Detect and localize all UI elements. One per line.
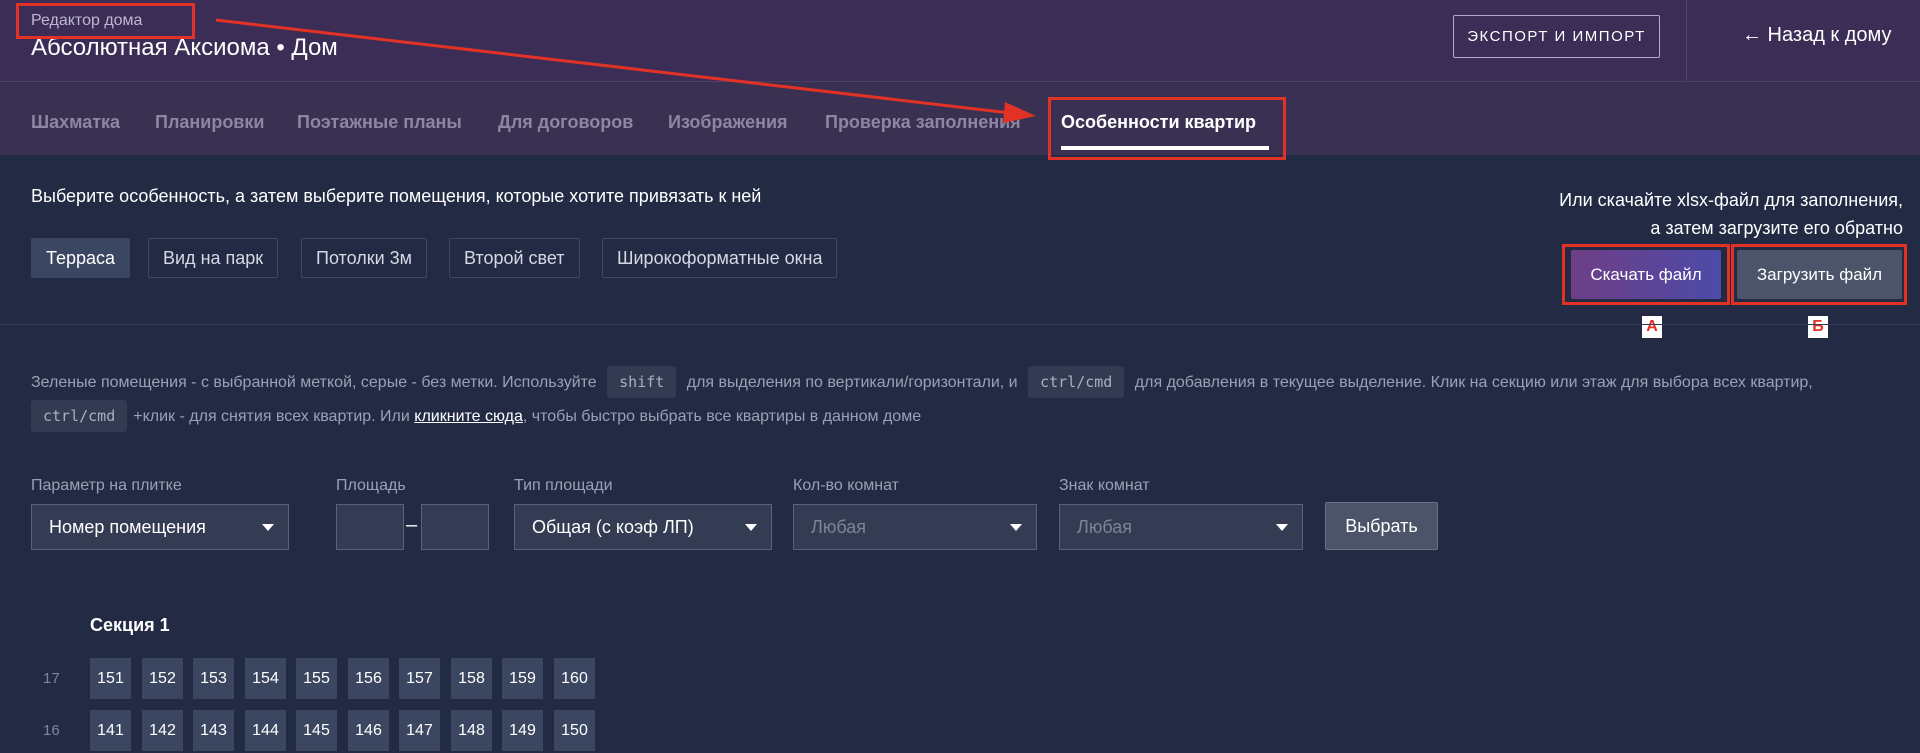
apartment-cell[interactable]: 153 — [193, 658, 234, 699]
annotation-label-b: Б — [1808, 316, 1828, 338]
xlsx-hint-line2: а затем загрузите его обратно — [1650, 218, 1903, 238]
tile-param-value: Номер помещения — [49, 516, 206, 537]
feature-ceilings[interactable]: Потолки 3м — [301, 238, 428, 278]
area-min-input[interactable] — [336, 504, 404, 550]
apartment-cell[interactable]: 155 — [296, 658, 337, 699]
rooms-value: Любая — [811, 516, 866, 537]
choose-button[interactable]: Выбрать — [1325, 502, 1438, 550]
help-text-part3: для добавления в текущее выделение. Клик… — [1134, 374, 1813, 391]
help-text-part5: , чтобы быстро выбрать все квартиры в да… — [522, 408, 922, 425]
annotation-box-tab — [1048, 97, 1286, 160]
apartment-cell[interactable]: 145 — [296, 710, 337, 751]
apartment-cell[interactable]: 142 — [142, 710, 183, 751]
header-divider — [1686, 0, 1687, 81]
tile-param-select[interactable]: Номер помещения — [31, 504, 289, 550]
tab-layouts[interactable]: Планировки — [155, 112, 264, 133]
apartment-cell[interactable]: 147 — [399, 710, 440, 751]
chevron-down-icon — [1276, 524, 1288, 531]
tab-floor-plans[interactable]: Поэтажные планы — [297, 112, 462, 133]
apartment-cell[interactable]: 151 — [90, 658, 131, 699]
feature-wide-windows[interactable]: Широкоформатные окна — [602, 238, 838, 278]
tab-images[interactable]: Изображения — [668, 112, 788, 133]
chevron-down-icon — [262, 524, 274, 531]
xlsx-hint-line1: Или скачайте xlsx-файл для заполнения, — [1559, 190, 1903, 210]
rooms-sign-select[interactable]: Любая — [1059, 504, 1303, 550]
apartment-cell[interactable]: 154 — [245, 658, 286, 699]
feature-instruction: Выберите особенность, а затем выберите п… — [31, 186, 762, 206]
apartment-cell[interactable]: 160 — [554, 658, 595, 699]
kbd-shift: shift — [607, 366, 677, 398]
floor-label-17[interactable]: 17 — [43, 670, 60, 687]
rooms-sign-label: Знак комнат — [1059, 477, 1150, 494]
rooms-select[interactable]: Любая — [793, 504, 1037, 550]
tile-param-label: Параметр на плитке — [31, 477, 182, 494]
rooms-sign-value: Любая — [1077, 516, 1132, 537]
apartment-cell[interactable]: 143 — [193, 710, 234, 751]
chevron-down-icon — [745, 524, 757, 531]
section-title[interactable]: Секция 1 — [90, 615, 170, 636]
tab-contracts[interactable]: Для договоров — [498, 112, 633, 133]
area-label: Площадь — [336, 477, 406, 494]
annotation-box-download — [1562, 244, 1730, 305]
rooms-label: Кол-во комнат — [793, 477, 899, 494]
section-divider — [0, 324, 1920, 325]
select-all-link[interactable]: кликните сюда — [414, 408, 523, 425]
annotation-label-a: А — [1642, 316, 1662, 338]
apartment-cell[interactable]: 149 — [502, 710, 543, 751]
apartment-cell[interactable]: 156 — [348, 658, 389, 699]
tab-fill-check[interactable]: Проверка заполнения — [825, 112, 1021, 133]
apartment-cell[interactable]: 158 — [451, 658, 492, 699]
apartment-cell[interactable]: 152 — [142, 658, 183, 699]
feature-park-view[interactable]: Вид на парк — [148, 238, 279, 278]
floor-label-16[interactable]: 16 — [43, 722, 60, 739]
kbd-ctrl: ctrl/cmd — [1028, 366, 1125, 398]
export-import-button[interactable]: ЭКСПОРТ И ИМПОРТ — [1453, 15, 1660, 58]
apartment-cell[interactable]: 159 — [502, 658, 543, 699]
feature-terrace[interactable]: Терраса — [31, 238, 131, 278]
help-text: Зеленые помещения - с выбранной меткой, … — [31, 366, 1901, 434]
feature-second-light[interactable]: Второй свет — [449, 238, 580, 278]
help-text-part1: Зеленые помещения - с выбранной меткой, … — [31, 374, 597, 391]
apartment-cell[interactable]: 144 — [245, 710, 286, 751]
chevron-down-icon — [1010, 524, 1022, 531]
apartment-cell[interactable]: 146 — [348, 710, 389, 751]
area-type-value: Общая (с коэф ЛП) — [532, 516, 694, 537]
help-text-part2: для выделения по вертикали/горизонтали, … — [686, 374, 1018, 391]
annotation-box-editor — [16, 3, 195, 39]
area-type-select[interactable]: Общая (с коэф ЛП) — [514, 504, 772, 550]
help-text-part4: +клик - для снятия всех квартир. Или — [133, 408, 410, 425]
area-type-label: Тип площади — [514, 477, 613, 494]
area-max-input[interactable] — [421, 504, 489, 550]
apartment-cell[interactable]: 141 — [90, 710, 131, 751]
area-range-dash: – — [406, 514, 418, 536]
tab-chessboard[interactable]: Шахматка — [31, 112, 120, 133]
apartment-cell[interactable]: 148 — [451, 710, 492, 751]
header: Редактор дома Абсолютная Аксиома • Дом Э… — [0, 0, 1920, 81]
kbd-ctrl-2: ctrl/cmd — [31, 400, 128, 432]
apartment-cell[interactable]: 157 — [399, 658, 440, 699]
back-to-house-link[interactable]: ← Назад к дому — [1742, 24, 1892, 47]
apartment-cell[interactable]: 150 — [554, 710, 595, 751]
annotation-box-upload — [1731, 244, 1907, 305]
xlsx-hint: Или скачайте xlsx-файл для заполнения, а… — [1559, 186, 1903, 242]
